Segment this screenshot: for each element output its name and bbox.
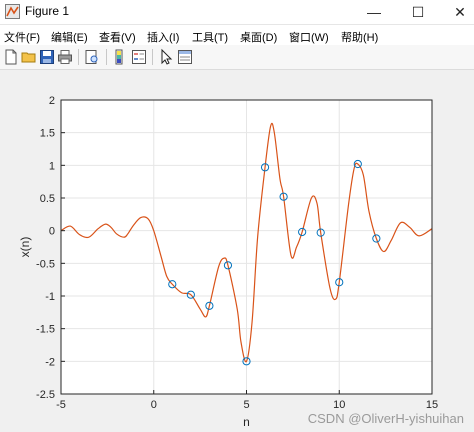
- menu-desktop[interactable]: 桌面(D): [240, 29, 277, 45]
- y-tick-label: 1: [49, 160, 55, 172]
- toolbar: [0, 45, 474, 70]
- y-tick-label: -2: [45, 356, 55, 368]
- toolbar-separator: [78, 49, 79, 65]
- print-icon[interactable]: [56, 48, 74, 66]
- x-tick-label: 5: [243, 399, 249, 411]
- watermark: CSDN @OliverH-yishuihan: [307, 411, 464, 426]
- menu-window[interactable]: 窗口(W): [289, 29, 329, 45]
- property-editor-icon[interactable]: [176, 48, 194, 66]
- colorbar-icon[interactable]: [111, 48, 129, 66]
- menu-edit[interactable]: 编辑(E): [51, 29, 88, 45]
- minimize-button[interactable]: —: [354, 0, 394, 24]
- y-tick-label: 1.5: [40, 128, 55, 140]
- menu-insert[interactable]: 插入(I): [147, 29, 179, 45]
- x-axis-label: n: [243, 415, 250, 429]
- title-bar: Figure 1 — ☐ ✕: [0, 0, 474, 25]
- x-tick-label: 15: [426, 399, 438, 411]
- print-preview-icon[interactable]: [83, 48, 101, 66]
- new-figure-icon[interactable]: [2, 48, 20, 66]
- save-icon[interactable]: [38, 48, 56, 66]
- menu-bar: 文件(F) 编辑(E) 查看(V) 插入(I) 工具(T) 桌面(D) 窗口(W…: [0, 25, 474, 45]
- y-tick-label: 0.5: [40, 193, 55, 205]
- window-title: Figure 1: [25, 4, 70, 18]
- open-file-icon[interactable]: [20, 48, 38, 66]
- y-tick-label: -1.5: [36, 324, 55, 336]
- y-tick-label: -1: [45, 291, 55, 303]
- matlab-figure-icon: [5, 4, 20, 19]
- close-button[interactable]: ✕: [440, 0, 474, 24]
- x-tick-label: -5: [56, 399, 66, 411]
- x-tick-label: 0: [151, 399, 157, 411]
- y-axis-label: x(n): [18, 237, 32, 258]
- x-tick-label: 10: [333, 399, 345, 411]
- maximize-button[interactable]: ☐: [398, 0, 438, 24]
- y-tick-label: 2: [49, 95, 55, 107]
- figure-canvas: -5 0 5 10 15 -2.5 -2 -1.5 -1 -0.5 0 0.5 1 1.5 2 n x(n): [18, 95, 438, 429]
- legend-icon[interactable]: [130, 48, 148, 66]
- pointer-icon[interactable]: [157, 48, 175, 66]
- menu-help[interactable]: 帮助(H): [341, 29, 378, 45]
- toolbar-separator: [106, 49, 107, 65]
- menu-file[interactable]: 文件(F): [4, 29, 40, 45]
- y-tick-label: -2.5: [36, 389, 55, 401]
- y-tick-label: 0: [49, 226, 55, 238]
- menu-tools[interactable]: 工具(T): [192, 29, 228, 45]
- y-tick-label: -0.5: [36, 258, 55, 270]
- menu-view[interactable]: 查看(V): [99, 29, 136, 45]
- toolbar-separator: [152, 49, 153, 65]
